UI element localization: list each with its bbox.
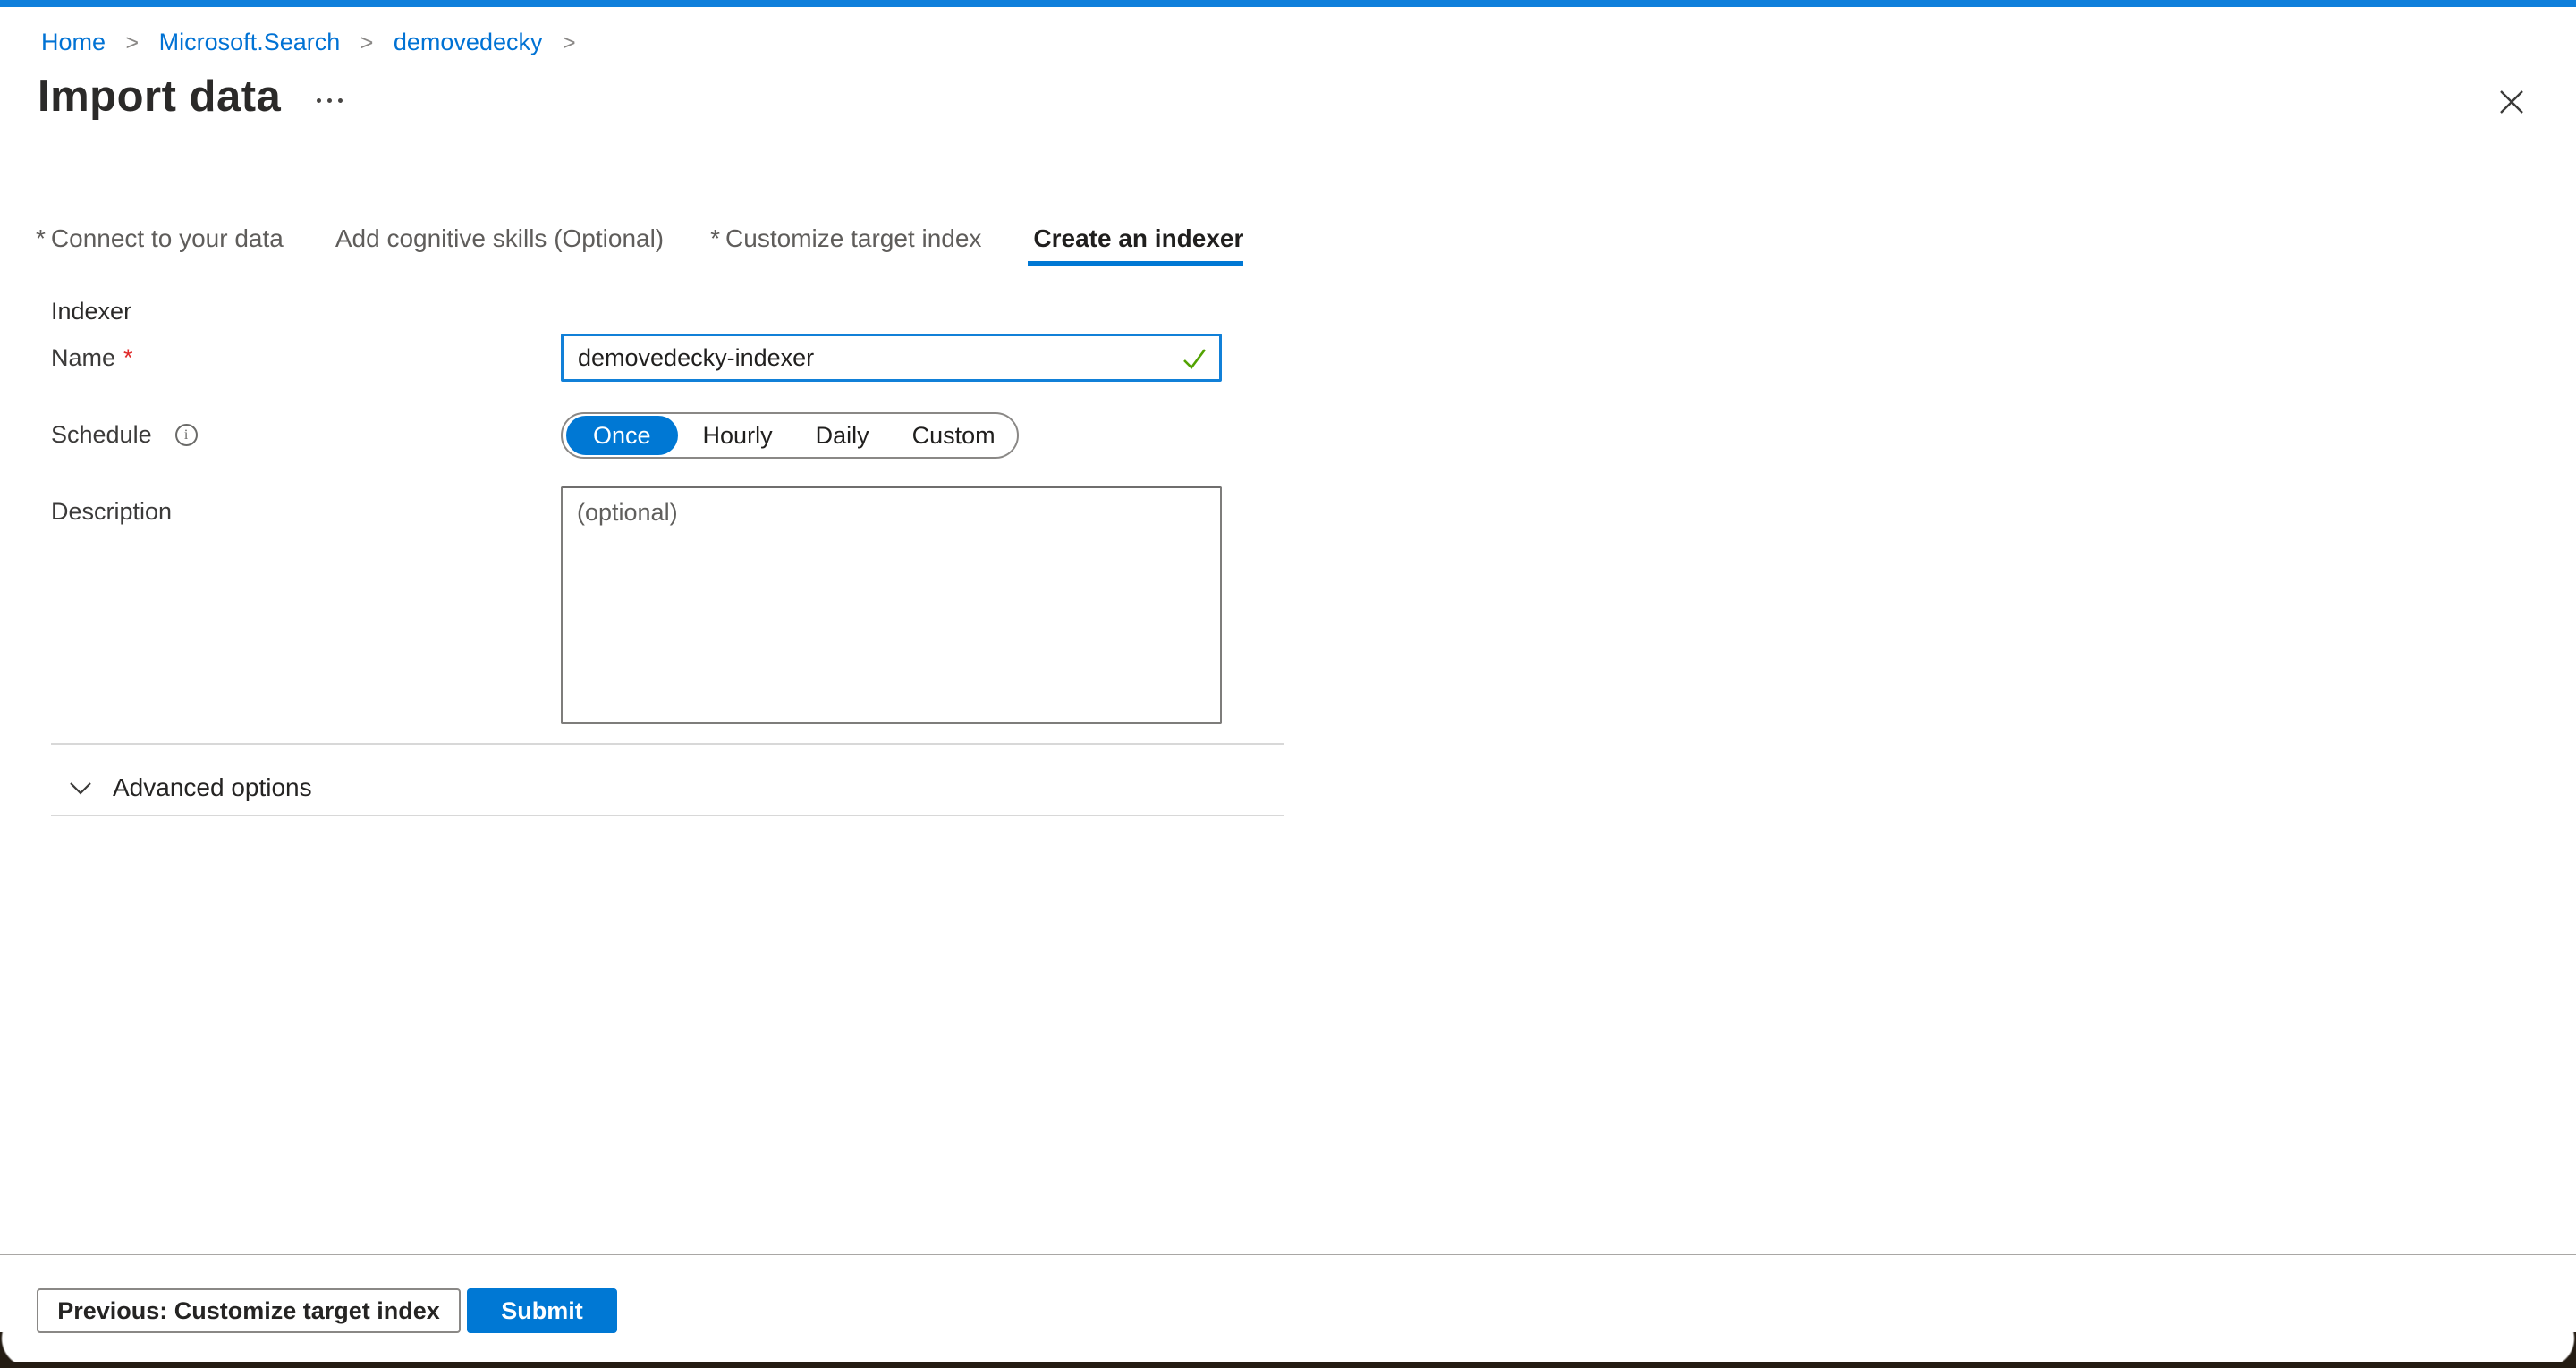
required-asterisk: *: [123, 344, 133, 372]
indexer-section-label: Indexer: [51, 298, 131, 325]
schedule-option-daily[interactable]: Daily: [794, 415, 891, 456]
breadcrumb: Home > Microsoft.Search > demovedecky >: [41, 27, 589, 58]
advanced-options-label: Advanced options: [113, 773, 312, 802]
window-corner-left: [0, 1332, 30, 1368]
description-textarea[interactable]: [561, 486, 1222, 724]
tab-label: Customize target index: [725, 224, 981, 252]
desktop-edge-strip: [0, 1362, 2576, 1368]
tab-label: Connect to your data: [51, 224, 284, 252]
close-button[interactable]: [2492, 82, 2531, 122]
schedule-segmented-control: Once Hourly Daily Custom: [561, 412, 1019, 459]
tab-create-an-indexer[interactable]: Create an indexer: [1028, 224, 1243, 266]
schedule-option-hourly[interactable]: Hourly: [682, 415, 794, 456]
validation-checkmark-icon: [1179, 343, 1209, 374]
tab-add-cognitive-skills[interactable]: Add cognitive skills (Optional): [330, 224, 664, 266]
tab-label: Add cognitive skills (Optional): [335, 224, 664, 252]
advanced-options-toggle[interactable]: Advanced options: [68, 763, 312, 813]
breadcrumb-separator-icon: >: [360, 30, 374, 55]
portal-accent-bar: [0, 0, 2576, 7]
page-title: Import data: [38, 72, 281, 122]
description-field-label: Description: [51, 498, 172, 526]
schedule-option-once[interactable]: Once: [566, 416, 678, 455]
info-icon[interactable]: i: [175, 424, 198, 446]
breadcrumb-separator-icon: >: [563, 30, 576, 55]
divider: [51, 815, 1284, 816]
breadcrumb-link-home[interactable]: Home: [41, 29, 106, 55]
schedule-field-label: Schedule i: [51, 412, 198, 457]
schedule-option-custom[interactable]: Custom: [891, 415, 1017, 456]
divider: [51, 743, 1284, 745]
close-icon: [2498, 89, 2525, 115]
breadcrumb-separator-icon: >: [126, 30, 140, 55]
tab-label: Create an indexer: [1033, 224, 1243, 252]
tab-customize-target-index[interactable]: *Customize target index: [710, 224, 981, 266]
name-field-wrap: [561, 334, 1222, 382]
tab-connect-to-your-data[interactable]: *Connect to your data: [36, 224, 284, 266]
indexer-name-input[interactable]: [561, 334, 1222, 382]
chevron-down-icon: [68, 780, 93, 796]
breadcrumb-link-demovedecky[interactable]: demovedecky: [394, 29, 543, 55]
more-options-button[interactable]: [308, 84, 351, 116]
footer-divider: [0, 1254, 2576, 1255]
submit-button[interactable]: Submit: [467, 1288, 617, 1333]
wizard-tabs: *Connect to your data Add cognitive skil…: [36, 224, 1243, 266]
previous-step-button[interactable]: Previous: Customize target index: [37, 1288, 461, 1333]
more-options-icon: [317, 98, 321, 103]
window-corner-right: [2546, 1332, 2576, 1368]
name-field-label: Name *: [51, 334, 133, 382]
breadcrumb-link-microsoft-search[interactable]: Microsoft.Search: [159, 29, 341, 55]
